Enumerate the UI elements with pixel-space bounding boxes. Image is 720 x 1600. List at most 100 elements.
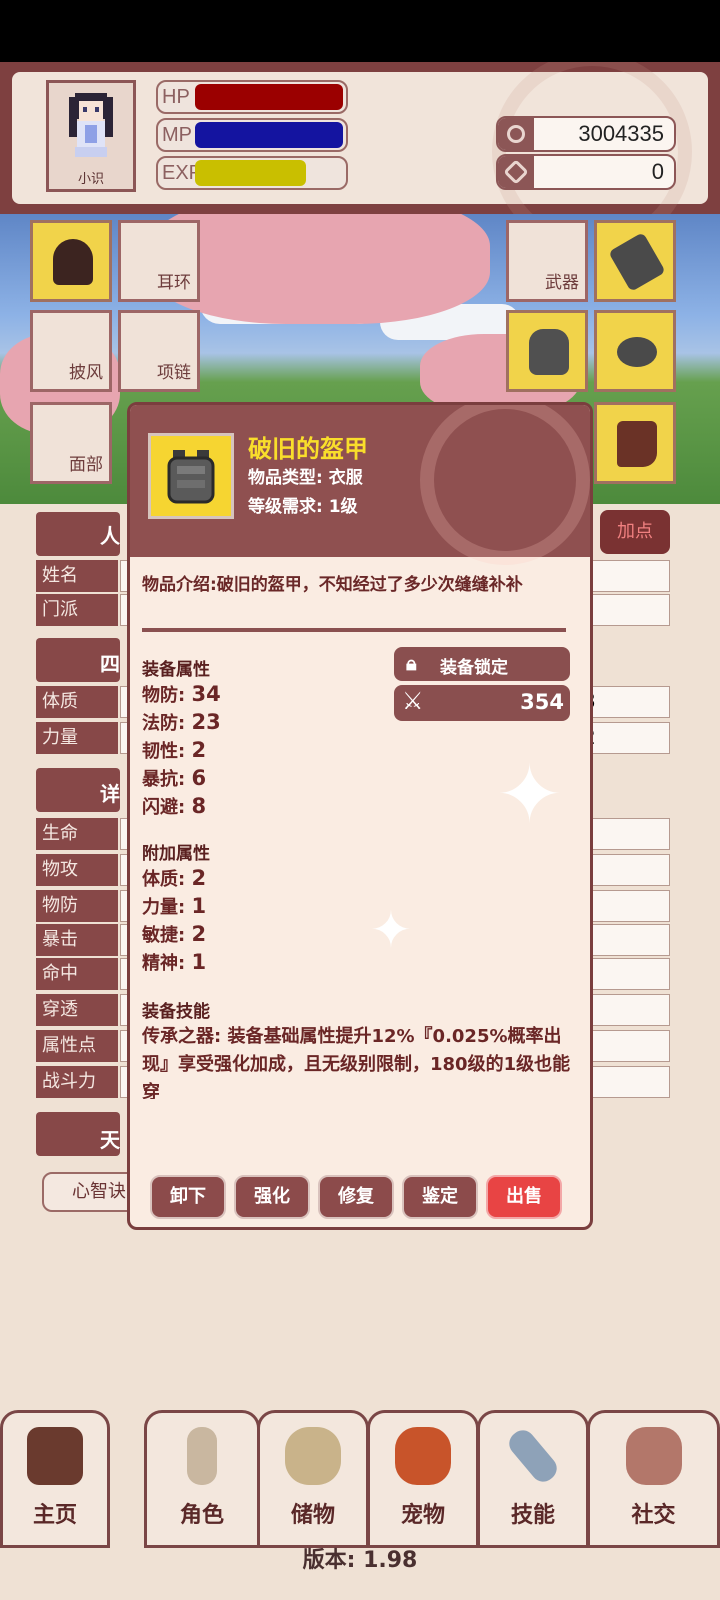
item-level-requirement: 等级需求: 1级 bbox=[248, 497, 358, 517]
slot-necklace[interactable]: 项链 bbox=[118, 310, 200, 392]
slot-label: 披风 bbox=[69, 363, 103, 383]
attribute-name: 法防: bbox=[142, 713, 192, 734]
crossed-swords-icon: ⚔ bbox=[402, 687, 424, 715]
nav-label: 技能 bbox=[510, 1503, 555, 1528]
attribute-value: 8 bbox=[191, 794, 207, 818]
detail-row-label: 暴击 bbox=[36, 924, 118, 956]
item-name: 破旧的盔甲 bbox=[248, 435, 368, 463]
armor-icon bbox=[167, 450, 215, 504]
attribute-name: 物防: bbox=[142, 685, 192, 706]
sparkle-decoration: ✦ bbox=[370, 901, 412, 959]
helmet-icon bbox=[53, 239, 93, 285]
item-detail-popup: 破旧的盔甲 物品类型: 衣服 等级需求: 1级 物品介绍:破旧的盔甲，不知经过了… bbox=[127, 402, 593, 1230]
attribute-line: 暴抗: 6 bbox=[142, 765, 206, 791]
gem-icon bbox=[498, 156, 534, 188]
hp-label: HP bbox=[162, 86, 190, 108]
hp-bar: HP bbox=[156, 80, 348, 114]
boots-icon bbox=[617, 421, 657, 467]
detail-row-label: 穿透 bbox=[36, 994, 118, 1026]
avatar-character-icon bbox=[69, 93, 113, 157]
slot-armor[interactable] bbox=[506, 310, 588, 392]
attribute-name: 闪避: bbox=[142, 797, 192, 818]
repair-button[interactable]: 修复 bbox=[318, 1175, 394, 1219]
coin-value: 3004335 bbox=[578, 121, 664, 146]
nav-label: 角色 bbox=[179, 1503, 224, 1528]
attribute-name: 力量: bbox=[142, 897, 192, 918]
section-title: 四 bbox=[100, 652, 120, 676]
slot-weapon[interactable]: 武器 bbox=[506, 220, 588, 302]
nav-social[interactable]: 社交 bbox=[587, 1410, 720, 1548]
gem-value: 0 bbox=[651, 159, 664, 184]
slot-label: 武器 bbox=[545, 273, 579, 293]
attribute-row-label: 力量 bbox=[36, 722, 118, 754]
cherry-blossom-tree bbox=[150, 214, 490, 324]
sparkle-decoration: ✦ bbox=[496, 748, 564, 841]
appraise-button[interactable]: 鉴定 bbox=[402, 1175, 478, 1219]
attribute-name: 体质: bbox=[142, 869, 192, 890]
attribute-name: 暴抗: bbox=[142, 769, 192, 790]
add-points-button[interactable]: 加点 bbox=[600, 510, 670, 554]
extra-attributes-title: 附加属性 bbox=[142, 844, 210, 864]
unequip-button[interactable]: 卸下 bbox=[150, 1175, 226, 1219]
item-description: 物品介绍:破旧的盔甲，不知经过了多少次缝缝补补 bbox=[142, 575, 523, 595]
slot-boots[interactable] bbox=[594, 402, 676, 484]
nav-storage[interactable]: 储物 bbox=[257, 1410, 369, 1548]
bracer-icon bbox=[608, 232, 666, 292]
item-type: 物品类型: 衣服 bbox=[248, 468, 363, 488]
mp-label: MP bbox=[162, 124, 192, 146]
attribute-line: 韧性: 2 bbox=[142, 737, 206, 763]
attribute-row-label: 体质 bbox=[36, 686, 118, 718]
slot-face[interactable]: 面部 bbox=[30, 402, 112, 484]
coin-icon bbox=[498, 118, 534, 150]
item-header: 破旧的盔甲 物品类型: 衣服 等级需求: 1级 bbox=[130, 405, 590, 565]
slot-bracer[interactable] bbox=[594, 220, 676, 302]
home-gate-icon bbox=[27, 1427, 83, 1485]
attribute-name: 敏捷: bbox=[142, 925, 192, 946]
slot-earring[interactable]: 耳环 bbox=[118, 220, 200, 302]
lock-label: 装备锁定 bbox=[440, 658, 508, 678]
detail-row-label: 战斗力 bbox=[36, 1066, 118, 1098]
sword-skill-icon bbox=[504, 1425, 562, 1487]
mp-bar: MP bbox=[156, 118, 348, 152]
attribute-value: 1 bbox=[191, 950, 207, 974]
gem-counter[interactable]: 0 bbox=[496, 154, 676, 190]
enhance-button[interactable]: 强化 bbox=[234, 1175, 310, 1219]
status-bar bbox=[0, 0, 720, 62]
pet-fox-icon bbox=[395, 1427, 451, 1485]
item-image bbox=[148, 433, 234, 519]
nav-skill[interactable]: 技能 bbox=[477, 1410, 589, 1548]
section-title: 人 bbox=[100, 524, 120, 548]
sell-button[interactable]: 出售 bbox=[486, 1175, 562, 1219]
nav-label: 主页 bbox=[32, 1503, 77, 1528]
exp-fill bbox=[195, 160, 306, 186]
version-text: 版本: 1.98 bbox=[302, 1548, 418, 1573]
avatar[interactable]: 小识 bbox=[46, 80, 136, 192]
detail-row-label: 物防 bbox=[36, 890, 118, 922]
nav-label: 社交 bbox=[631, 1503, 676, 1528]
slot-belt[interactable] bbox=[594, 310, 676, 392]
nav-pet[interactable]: 宠物 bbox=[367, 1410, 479, 1548]
nav-character[interactable]: 角色 bbox=[144, 1410, 260, 1548]
attribute-value: 34 bbox=[191, 682, 221, 706]
attribute-value: 23 bbox=[191, 710, 221, 734]
detail-row-label: 属性点 bbox=[36, 1030, 118, 1062]
lock-equipment-button[interactable]: 🔒︎ 装备锁定 bbox=[394, 647, 570, 681]
attribute-name: 精神: bbox=[142, 953, 192, 974]
combat-power-box: ⚔ 354 bbox=[394, 685, 570, 721]
nav-home[interactable]: 主页 bbox=[0, 1410, 110, 1548]
slot-label: 项链 bbox=[157, 363, 191, 383]
player-header-panel: 小识 HP MP EXP 3004335 0 bbox=[12, 62, 708, 252]
hp-fill bbox=[195, 84, 343, 110]
attribute-name: 韧性: bbox=[142, 741, 192, 762]
slot-helmet[interactable] bbox=[30, 220, 112, 302]
attribute-value: 6 bbox=[191, 766, 207, 790]
coin-counter[interactable]: 3004335 bbox=[496, 116, 676, 152]
detail-row-label: 命中 bbox=[36, 958, 118, 990]
detail-row-label: 生命 bbox=[36, 818, 118, 850]
attribute-line: 力量: 1 bbox=[142, 893, 206, 919]
attribute-line: 法防: 23 bbox=[142, 709, 221, 735]
attribute-value: 2 bbox=[191, 922, 207, 946]
slot-label: 面部 bbox=[69, 455, 103, 475]
slot-cape[interactable]: 披风 bbox=[30, 310, 112, 392]
attribute-line: 物防: 34 bbox=[142, 681, 221, 707]
